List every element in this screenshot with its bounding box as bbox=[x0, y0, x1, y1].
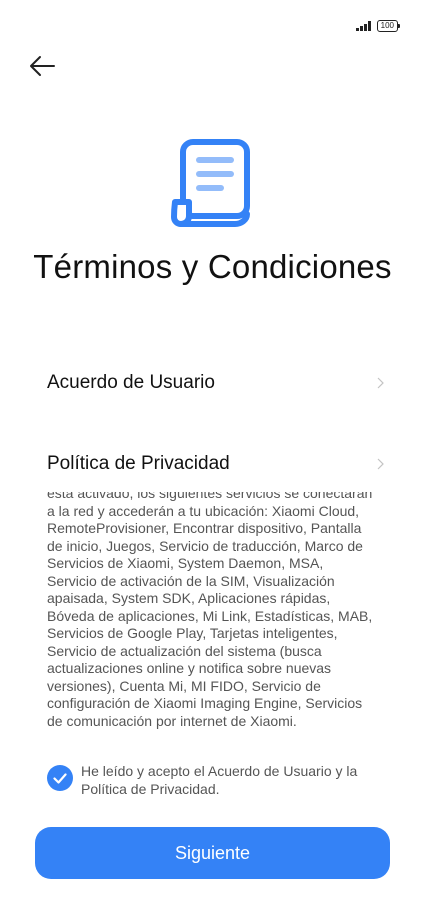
chevron-right-icon bbox=[377, 458, 384, 470]
arrow-left-icon[interactable] bbox=[28, 54, 56, 78]
terms-scroll-area[interactable]: esta activado, los siguientes servicios … bbox=[47, 492, 373, 756]
battery-level: 100 bbox=[380, 21, 394, 30]
chevron-right-icon bbox=[377, 377, 384, 389]
privacy-policy-link[interactable]: Política de Privacidad bbox=[47, 444, 385, 484]
consent-label: He leído y acepto el Acuerdo de Usuario … bbox=[81, 763, 358, 797]
user-agreement-label: Acuerdo de Usuario bbox=[47, 372, 215, 393]
page-title: Términos y Condiciones bbox=[33, 248, 392, 285]
document-scroll-icon bbox=[171, 139, 250, 227]
consent-row: He leído y acepto el Acuerdo de Usuario … bbox=[47, 762, 375, 798]
consent-checkbox[interactable] bbox=[47, 765, 73, 791]
user-agreement-link[interactable]: Acuerdo de Usuario bbox=[47, 363, 385, 403]
status-bar: 100 bbox=[356, 20, 401, 32]
signal-bars-icon bbox=[356, 21, 371, 31]
battery-icon: 100 bbox=[376, 20, 401, 32]
next-button[interactable]: Siguiente bbox=[35, 827, 390, 879]
privacy-policy-label: Política de Privacidad bbox=[47, 453, 230, 474]
terms-body-text: esta activado, los siguientes servicios … bbox=[47, 492, 373, 729]
checkmark-icon bbox=[53, 772, 67, 784]
